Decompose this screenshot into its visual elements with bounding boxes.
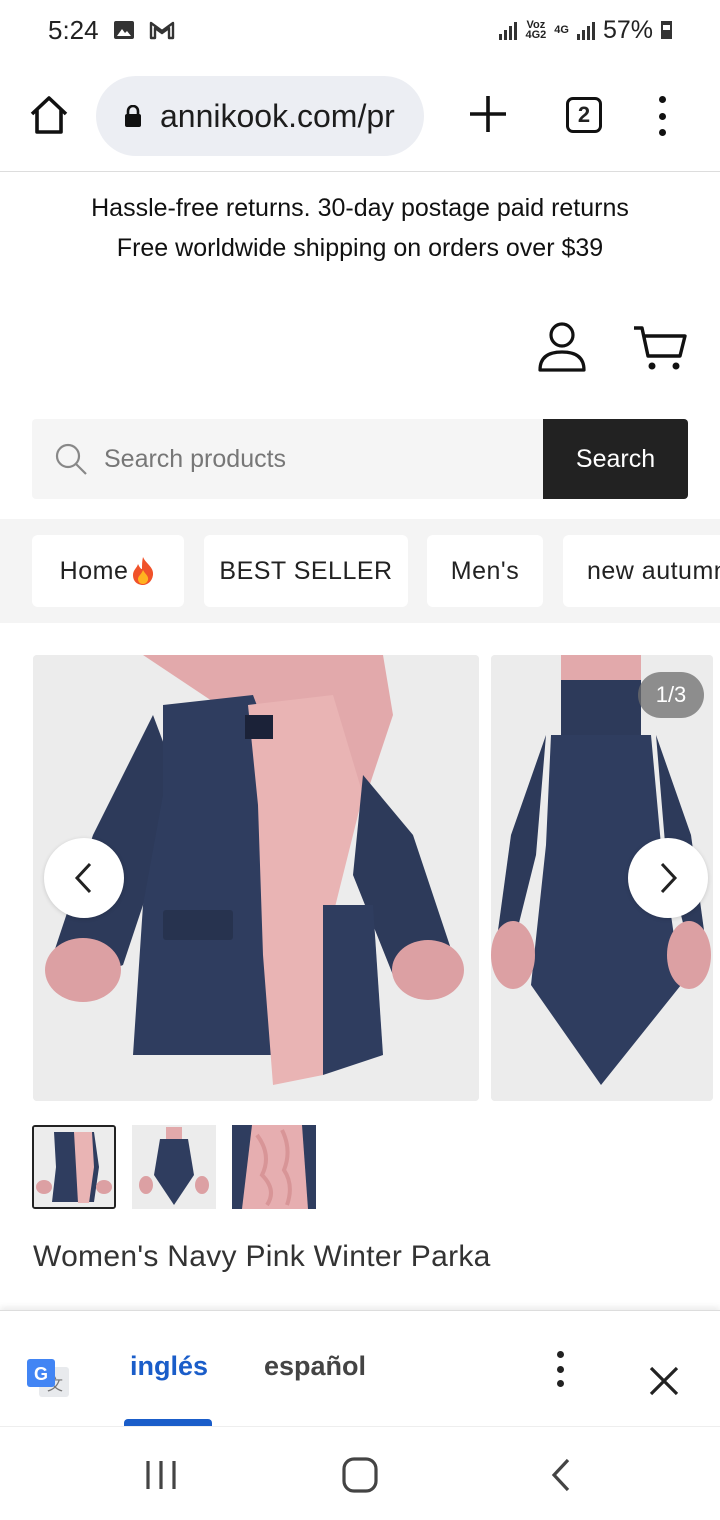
lang-tab-source[interactable]: inglés <box>130 1351 208 1382</box>
product-title: Women's Navy Pink Winter Parka <box>33 1240 491 1273</box>
new-tab-icon[interactable] <box>466 92 510 136</box>
translate-menu-icon[interactable] <box>552 1351 568 1387</box>
thumbnail-2[interactable] <box>132 1125 216 1209</box>
home-nav-icon[interactable] <box>340 1457 380 1493</box>
category-nav: Home BEST SELLER Men's new autumn <box>0 519 720 623</box>
address-bar[interactable]: annikook.com/pr <box>96 76 424 156</box>
translate-bar: 文 G inglés español <box>0 1310 720 1427</box>
network-tech: 4G <box>554 24 569 36</box>
nav-chip-label: Home <box>59 556 129 585</box>
url-text: annikook.com/pr <box>160 97 395 134</box>
close-icon[interactable] <box>648 1365 680 1397</box>
browser-toolbar: annikook.com/pr 2 <box>0 60 720 172</box>
chevron-left-icon <box>74 862 92 894</box>
nav-chip-home[interactable]: Home <box>32 535 184 607</box>
search-bar: Search <box>32 419 688 499</box>
announcement-shipping: Free worldwide shipping on orders over $… <box>116 234 604 262</box>
gmail-notification-icon <box>149 21 174 40</box>
search-field[interactable] <box>32 419 543 499</box>
battery-percent: 57% <box>602 15 653 44</box>
battery-icon <box>661 21 672 39</box>
home-icon[interactable] <box>28 94 70 136</box>
lock-icon <box>125 105 141 127</box>
thumb-front-image <box>34 1127 114 1207</box>
search-icon <box>55 443 87 475</box>
gallery-prev-button[interactable] <box>44 838 124 918</box>
announcement-returns: Hassle-free returns. 30-day postage paid… <box>91 194 629 222</box>
chevron-right-icon <box>660 862 678 894</box>
fire-icon <box>133 557 154 585</box>
back-icon[interactable] <box>542 1457 582 1493</box>
gallery-next-button[interactable] <box>628 838 708 918</box>
signal-icon <box>499 20 518 40</box>
announcement-bar: Hassle-free returns. 30-day postage paid… <box>0 188 720 268</box>
thumbnail-1[interactable] <box>32 1125 116 1209</box>
status-time: 5:24 <box>48 14 99 45</box>
recent-apps-icon[interactable] <box>142 1457 182 1493</box>
lang-tab-target[interactable]: español <box>264 1351 366 1382</box>
google-translate-icon: 文 G <box>27 1359 69 1397</box>
browser-menu-icon[interactable] <box>652 96 672 136</box>
thumb-back-image <box>132 1125 216 1209</box>
search-button[interactable]: Search <box>543 419 688 499</box>
nav-chip-new-autumn[interactable]: new autumn <box>563 535 720 607</box>
signal-icon-2 <box>576 20 595 40</box>
nav-chip-best-seller[interactable]: BEST SELLER <box>204 535 408 607</box>
gallery-notification-icon <box>113 21 134 39</box>
thumbnail-3[interactable] <box>232 1125 316 1209</box>
cart-icon[interactable] <box>632 322 688 372</box>
image-counter: 1/3 <box>638 672 704 718</box>
network-4g2: 4G2 <box>525 29 547 41</box>
search-input[interactable] <box>104 444 484 474</box>
tab-switcher-button[interactable]: 2 <box>566 97 602 133</box>
thumb-fur-detail-image <box>232 1125 316 1209</box>
nav-chip-mens[interactable]: Men's <box>427 535 543 607</box>
svg-text:G: G <box>34 1364 48 1384</box>
system-navigation-bar <box>0 1426 720 1520</box>
network-badge: Voz 4G2 <box>525 20 547 41</box>
status-bar: 5:24 Voz 4G2 4G 57% <box>0 0 720 60</box>
account-icon[interactable] <box>536 320 588 374</box>
